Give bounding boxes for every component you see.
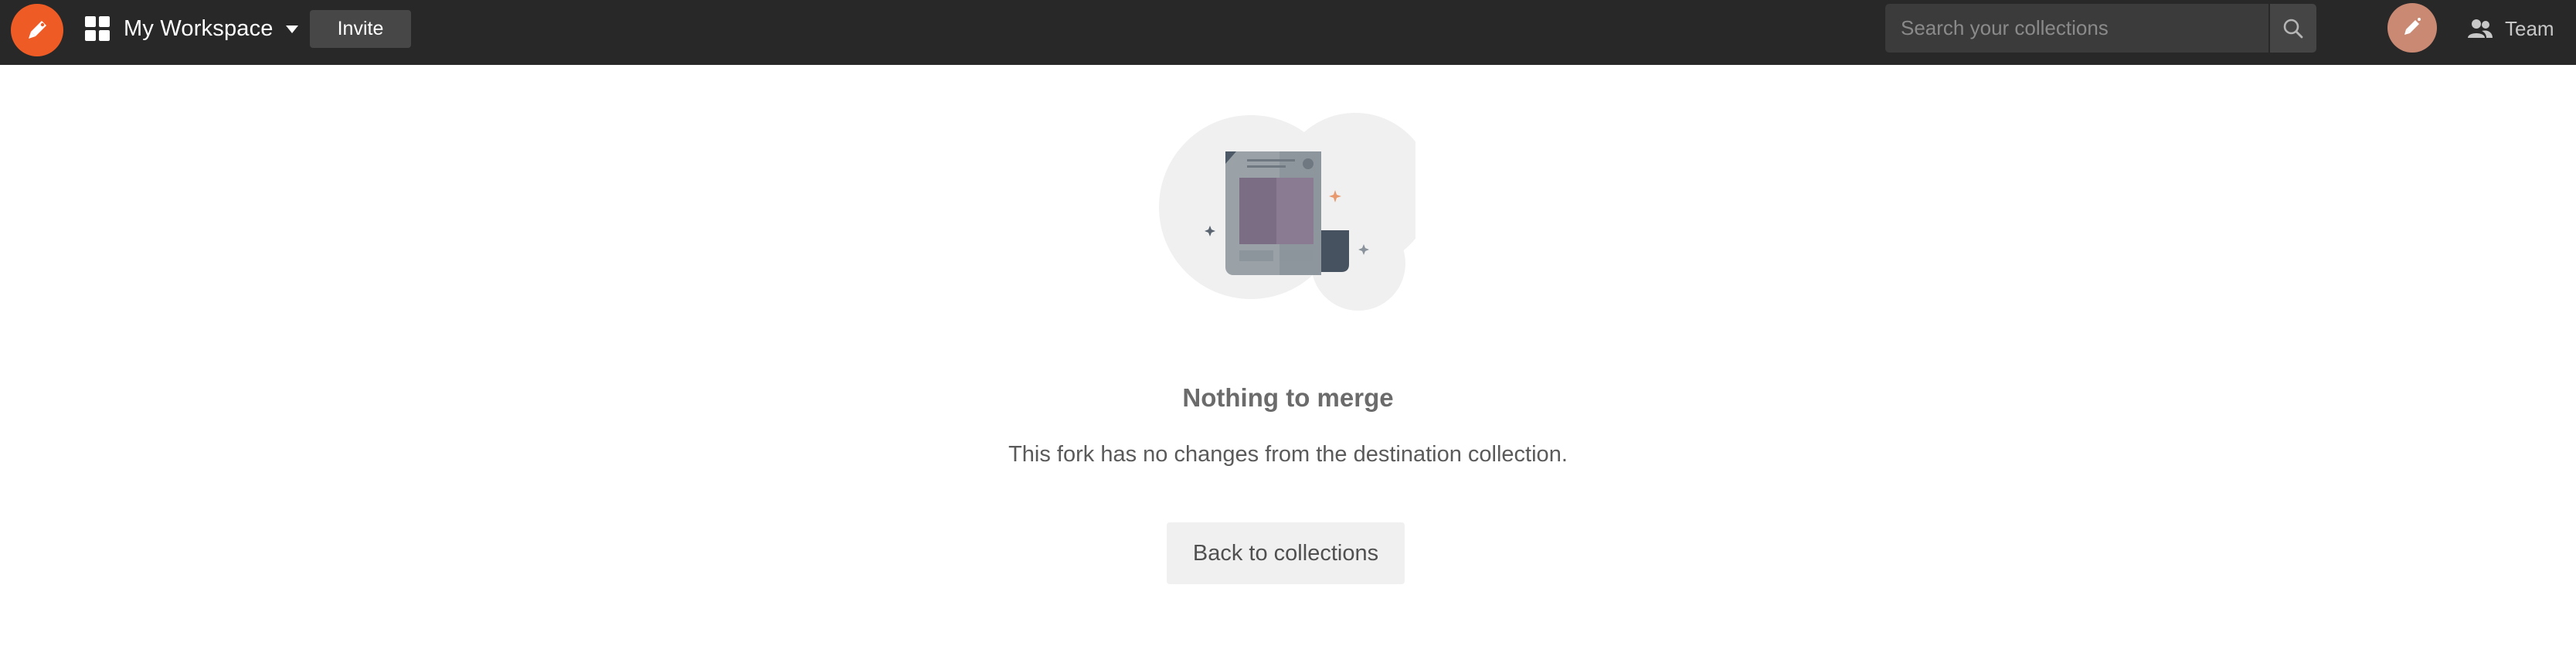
- top-navigation-bar: My Workspace Invite Team: [0, 0, 2576, 65]
- collection-search: [1885, 4, 2316, 53]
- workspace-name: My Workspace: [124, 15, 274, 41]
- empty-state-message: This fork has no changes from the destin…: [1008, 442, 1568, 467]
- rocket-icon: [29, 21, 46, 39]
- team-menu[interactable]: Team: [2466, 12, 2554, 45]
- empty-state-title: Nothing to merge: [1182, 383, 1394, 412]
- search-button[interactable]: [2270, 4, 2316, 53]
- team-icon: [2468, 19, 2493, 38]
- user-avatar-icon[interactable]: [2387, 3, 2437, 53]
- search-icon: [2283, 19, 2303, 38]
- workspace-grid-icon: [85, 16, 110, 41]
- caret-down-icon: [285, 26, 298, 33]
- avatar-rocket-icon: [2404, 18, 2421, 35]
- team-label: Team: [2505, 16, 2554, 40]
- postman-logo-icon[interactable]: [11, 4, 63, 56]
- search-input[interactable]: [1885, 4, 2269, 53]
- back-to-collections-button[interactable]: Back to collections: [1167, 522, 1405, 584]
- workspace-switcher[interactable]: My Workspace: [85, 11, 298, 46]
- empty-merge-illustration: [1159, 113, 1415, 311]
- invite-button[interactable]: Invite: [310, 10, 411, 48]
